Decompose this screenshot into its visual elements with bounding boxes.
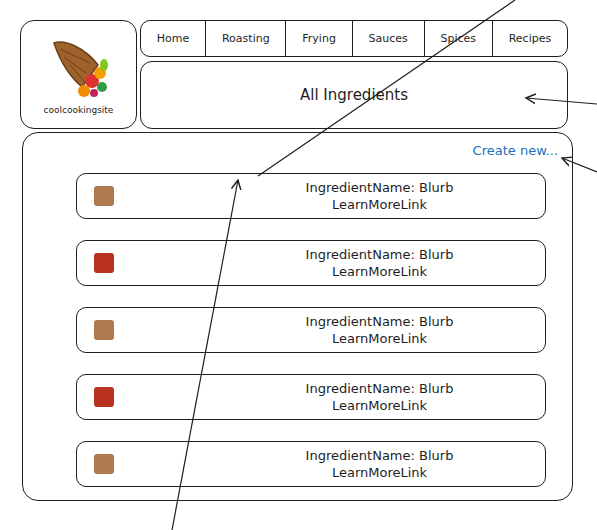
nav-item[interactable]: Roasting <box>206 21 286 56</box>
ingredient-image <box>94 253 114 273</box>
logo[interactable]: coolcookingsite <box>20 20 137 129</box>
ingredient-title: IngredientName: Blurb <box>224 313 535 330</box>
create-new-link[interactable]: Create new... <box>473 143 558 161</box>
ingredient-row[interactable]: IngredientName: BlurbLearnMoreLink <box>76 441 546 487</box>
ingredient-row[interactable]: IngredientName: BlurbLearnMoreLink <box>76 173 546 219</box>
page-title: All Ingredients <box>140 61 568 129</box>
nav-item[interactable]: Sauces <box>353 21 425 56</box>
ingredient-list: IngredientName: BlurbLearnMoreLinkIngred… <box>76 173 546 487</box>
page: coolcookingsite HomeRoastingFryingSaucesS… <box>0 0 597 530</box>
annotation-arrows <box>0 0 597 530</box>
ingredient-image <box>94 186 114 206</box>
ingredient-title: IngredientName: Blurb <box>224 246 535 263</box>
nav-item[interactable]: Home <box>141 21 206 56</box>
nav-item[interactable]: Recipes <box>493 21 567 56</box>
ingredient-row[interactable]: IngredientName: BlurbLearnMoreLink <box>76 240 546 286</box>
learn-more-link[interactable]: LearnMoreLink <box>224 330 535 347</box>
ingredients-panel: Create new...IngredientName: BlurbLearnM… <box>22 132 573 501</box>
ingredient-image <box>94 454 114 474</box>
ingredient-image <box>94 387 114 407</box>
learn-more-link[interactable]: LearnMoreLink <box>224 397 535 414</box>
learn-more-link[interactable]: LearnMoreLink <box>224 263 535 280</box>
top-bar: coolcookingsite HomeRoastingFryingSaucesS… <box>20 20 597 129</box>
ingredient-title: IngredientName: Blurb <box>224 380 535 397</box>
nav-item[interactable]: Spices <box>425 21 493 56</box>
ingredient-row[interactable]: IngredientName: BlurbLearnMoreLink <box>76 307 546 353</box>
logo-text: coolcookingsite <box>44 105 114 115</box>
learn-more-link[interactable]: LearnMoreLink <box>224 196 535 213</box>
cornucopia-icon <box>46 35 112 101</box>
ingredient-image <box>94 320 114 340</box>
ingredient-title: IngredientName: Blurb <box>224 179 535 196</box>
learn-more-link[interactable]: LearnMoreLink <box>224 464 535 481</box>
ingredient-row[interactable]: IngredientName: BlurbLearnMoreLink <box>76 374 546 420</box>
nav-item[interactable]: Frying <box>286 21 352 56</box>
ingredient-title: IngredientName: Blurb <box>224 447 535 464</box>
nav-bar: HomeRoastingFryingSaucesSpicesRecipes <box>140 20 568 57</box>
